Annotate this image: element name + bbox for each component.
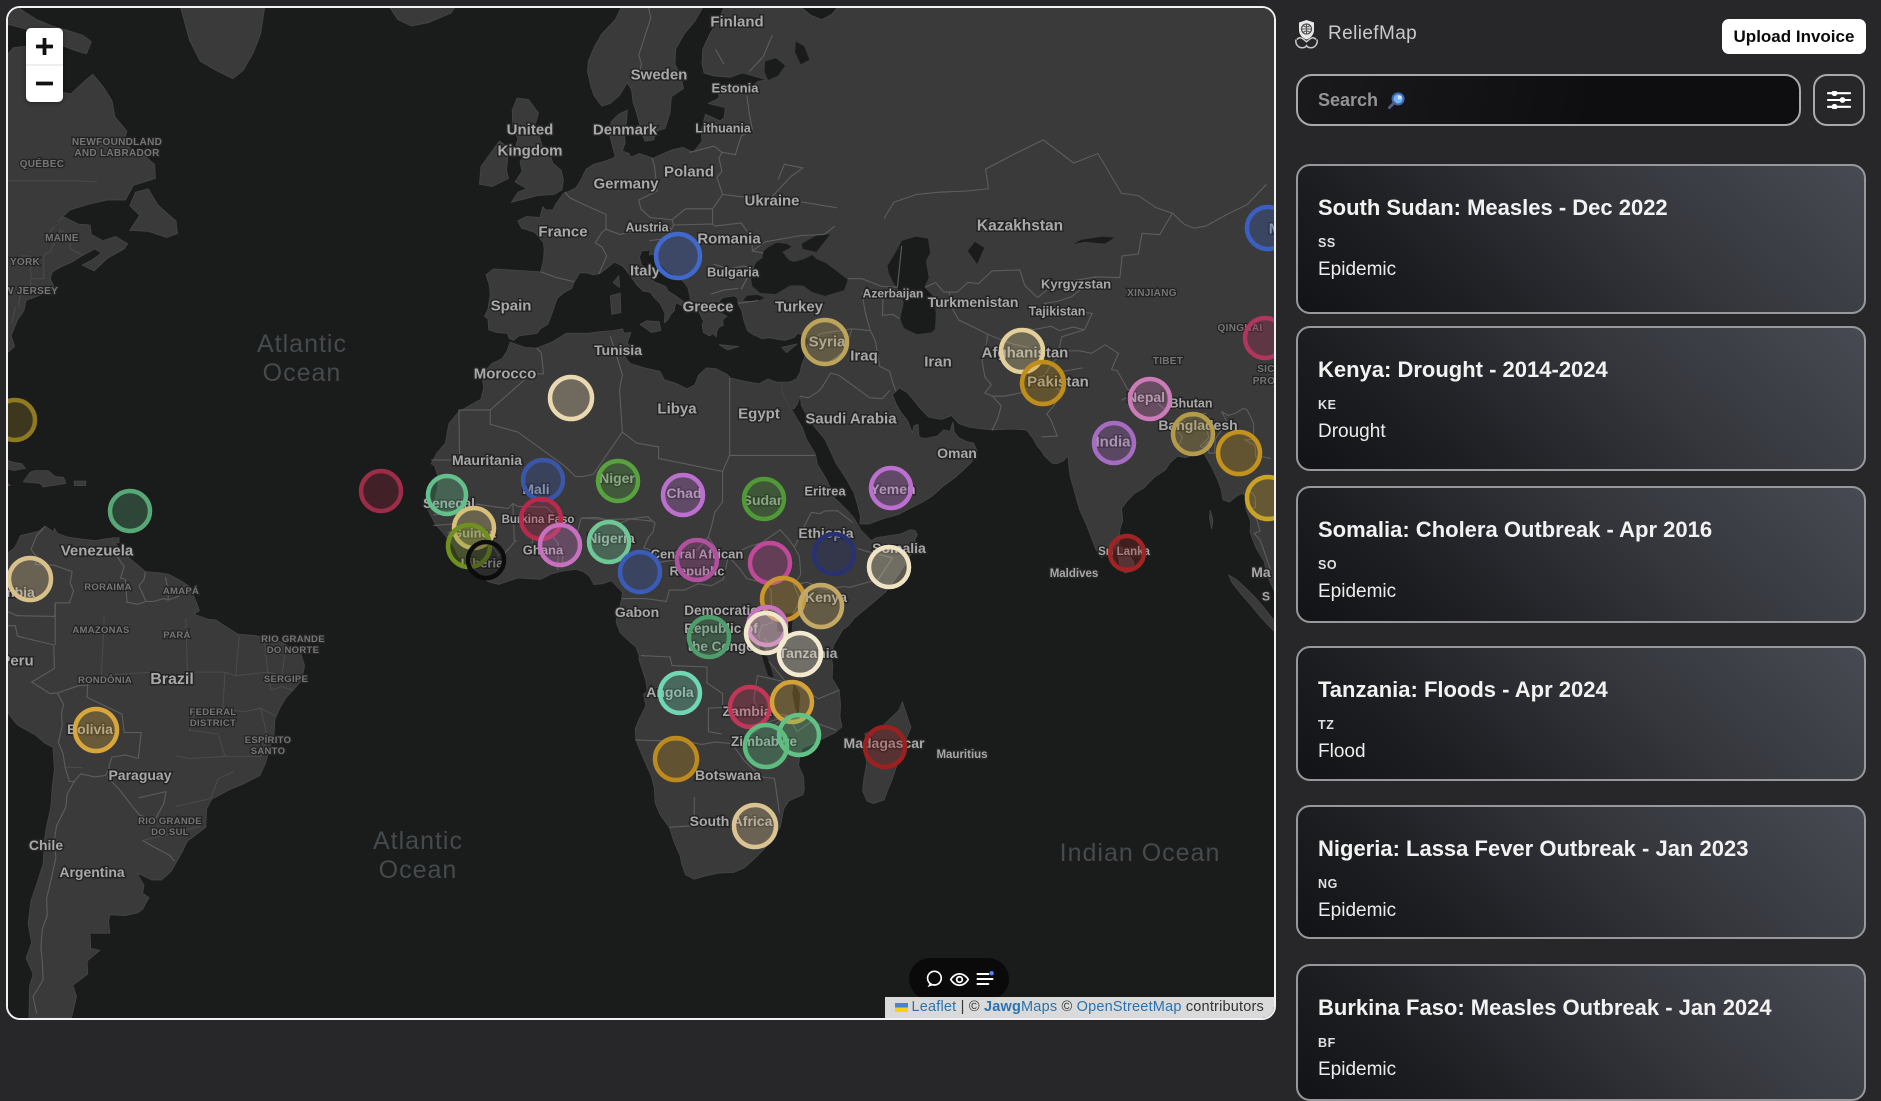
- svg-text:Sweden: Sweden: [631, 66, 688, 83]
- svg-text:AMAPÁ: AMAPÁ: [163, 586, 199, 597]
- svg-text:MAINE: MAINE: [45, 233, 79, 244]
- svg-text:Lithuania: Lithuania: [695, 122, 752, 136]
- svg-text:Argentina: Argentina: [59, 864, 125, 880]
- svg-text:AND LABRADOR: AND LABRADOR: [74, 148, 160, 159]
- svg-text:Romania: Romania: [697, 230, 761, 247]
- svg-text:SIC: SIC: [1257, 364, 1275, 375]
- svg-text:United: United: [507, 121, 554, 138]
- svg-text:RIO GRANDE: RIO GRANDE: [138, 816, 202, 827]
- svg-text:Kyrgyzstan: Kyrgyzstan: [1041, 277, 1111, 292]
- svg-text:Egypt: Egypt: [738, 405, 780, 422]
- svg-text:Turkmenistan: Turkmenistan: [928, 294, 1019, 310]
- svg-text:YORK: YORK: [10, 257, 41, 268]
- svg-text:S: S: [1262, 589, 1270, 603]
- svg-text:Indian Ocean: Indian Ocean: [1060, 839, 1221, 867]
- svg-text:Ocean: Ocean: [263, 359, 342, 387]
- svg-text:Brazil: Brazil: [150, 671, 194, 688]
- svg-text:Botswana: Botswana: [695, 767, 761, 783]
- svg-text:Morocco: Morocco: [474, 365, 537, 382]
- svg-text:Mauritius: Mauritius: [936, 749, 987, 761]
- svg-text:Germany: Germany: [593, 175, 659, 192]
- svg-text:XINJIANG: XINJIANG: [1127, 288, 1177, 299]
- svg-text:France: France: [538, 223, 587, 240]
- svg-text:Peru: Peru: [6, 652, 34, 669]
- svg-text:SERGIPE: SERGIPE: [264, 674, 308, 685]
- svg-text:Paraguay: Paraguay: [108, 767, 171, 783]
- svg-text:Saudi Arabia: Saudi Arabia: [805, 410, 897, 427]
- svg-text:Ocean: Ocean: [379, 856, 458, 884]
- svg-text:Chile: Chile: [29, 837, 63, 853]
- svg-text:RONDÔNIA: RONDÔNIA: [78, 674, 132, 686]
- svg-text:TIBET: TIBET: [1153, 356, 1183, 367]
- svg-text:Austria: Austria: [625, 221, 669, 235]
- svg-text:PARÁ: PARÁ: [163, 630, 190, 641]
- svg-text:DO NORTE: DO NORTE: [267, 645, 320, 656]
- svg-text:QUÉBEC: QUÉBEC: [20, 157, 65, 170]
- svg-text:Libya: Libya: [657, 400, 697, 417]
- svg-text:SANTO: SANTO: [251, 746, 286, 757]
- svg-text:Finland: Finland: [710, 13, 763, 30]
- svg-text:Atlantic: Atlantic: [373, 827, 463, 855]
- svg-text:Oman: Oman: [937, 445, 977, 461]
- svg-text:Bhutan: Bhutan: [1169, 397, 1212, 411]
- svg-text:RIO GRANDE: RIO GRANDE: [261, 634, 325, 645]
- svg-text:W JERSEY: W JERSEY: [6, 286, 58, 297]
- svg-text:PRO: PRO: [1253, 376, 1276, 387]
- svg-text:Bulgaria: Bulgaria: [707, 265, 760, 280]
- svg-text:Eritrea: Eritrea: [804, 484, 846, 499]
- svg-text:Ma: Ma: [1251, 564, 1271, 580]
- svg-text:Iraq: Iraq: [850, 347, 878, 364]
- svg-text:Maldives: Maldives: [1050, 568, 1099, 580]
- svg-text:Kingdom: Kingdom: [498, 142, 563, 159]
- svg-text:FEDERAL: FEDERAL: [190, 707, 237, 718]
- svg-text:DISTRICT: DISTRICT: [190, 718, 236, 729]
- svg-text:Estonia: Estonia: [712, 81, 760, 96]
- svg-text:Atlantic: Atlantic: [257, 330, 347, 358]
- svg-text:Turkey: Turkey: [775, 298, 824, 315]
- svg-text:Venezuela: Venezuela: [61, 542, 134, 559]
- svg-text:Tajikistan: Tajikistan: [1029, 305, 1086, 319]
- svg-text:RORAIMA: RORAIMA: [84, 582, 132, 593]
- svg-text:Greece: Greece: [683, 298, 734, 315]
- svg-text:Denmark: Denmark: [593, 121, 658, 138]
- svg-text:ESPÍRITO: ESPÍRITO: [245, 735, 292, 746]
- svg-text:Spain: Spain: [491, 297, 532, 314]
- svg-text:Iran: Iran: [924, 353, 952, 370]
- svg-text:Gabon: Gabon: [615, 604, 659, 620]
- svg-text:Democratic: Democratic: [684, 603, 758, 618]
- svg-text:Kazakhstan: Kazakhstan: [977, 218, 1063, 235]
- svg-text:Azerbaijan: Azerbaijan: [863, 286, 924, 300]
- svg-text:DO SUL: DO SUL: [151, 827, 189, 838]
- svg-text:NEWFOUNDLAND: NEWFOUNDLAND: [72, 137, 162, 148]
- svg-text:Poland: Poland: [664, 163, 714, 180]
- svg-text:Mauritania: Mauritania: [452, 452, 522, 468]
- svg-text:Ukraine: Ukraine: [744, 192, 799, 209]
- svg-text:AMAZONAS: AMAZONAS: [72, 625, 129, 636]
- svg-text:Tunisia: Tunisia: [594, 342, 642, 358]
